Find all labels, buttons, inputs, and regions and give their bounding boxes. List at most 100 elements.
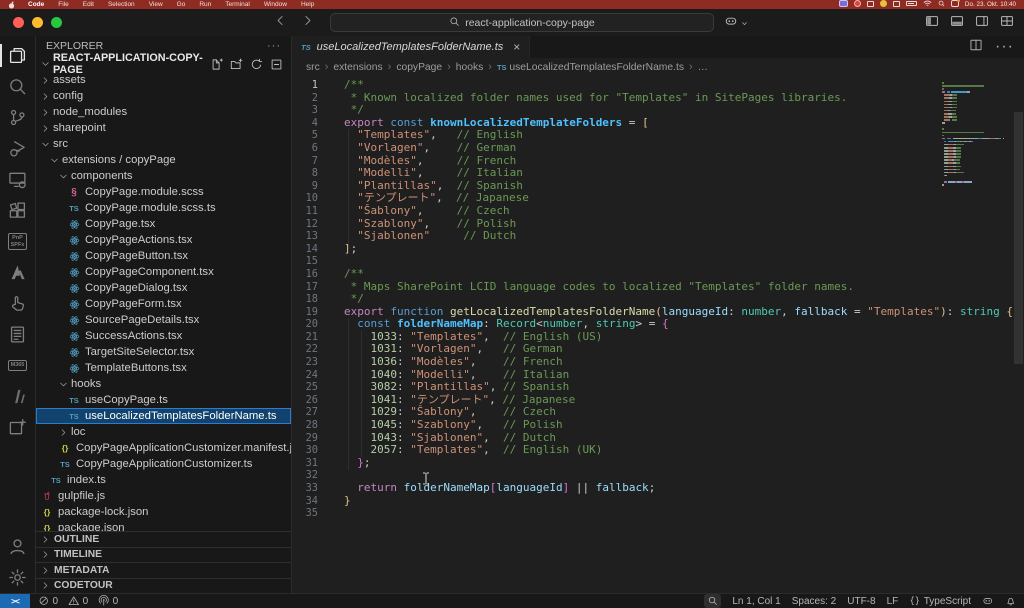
eol[interactable]: LF — [887, 596, 899, 607]
zoom-indicator[interactable] — [704, 594, 722, 608]
breadcrumb-item[interactable]: … — [698, 62, 708, 73]
menu-run[interactable]: Run — [192, 1, 218, 8]
customize-layout-icon[interactable] — [1000, 14, 1014, 33]
file-SuccessActions.tsx[interactable]: SuccessActions.tsx — [36, 328, 291, 344]
file-CopyPageApplicationCustomizer.manifest.json[interactable]: {}CopyPageApplicationCustomizer.manifest… — [36, 440, 291, 456]
section-codetour[interactable]: CODETOUR — [36, 578, 291, 594]
chevron-down-icon[interactable] — [740, 15, 749, 33]
copilot-icon[interactable] — [724, 14, 738, 33]
folder-loc[interactable]: loc — [36, 424, 291, 440]
folder-node-modules[interactable]: node_modules — [36, 104, 291, 120]
app-indicator-yellow[interactable] — [880, 0, 887, 9]
activitybar-new-window-tool[interactable] — [0, 412, 36, 443]
file-useCopyPage.ts[interactable]: TSuseCopyPage.ts — [36, 392, 291, 408]
file-useLocalizedTemplatesFolderName.ts[interactable]: TSuseLocalizedTemplatesFolderName.ts — [36, 408, 291, 424]
tab-useLocalizedTemplatesFolderName[interactable]: TS useLocalizedTemplatesFolderName.ts × — [292, 36, 530, 58]
activitybar-azure[interactable] — [0, 257, 36, 288]
wifi-icon[interactable] — [923, 0, 932, 9]
indentation[interactable]: Spaces: 2 — [792, 596, 836, 607]
file-gulpfile.js[interactable]: gulpfile.js — [36, 488, 291, 504]
warnings-indicator[interactable]: 0 — [68, 595, 88, 607]
new-folder-icon[interactable] — [230, 58, 243, 71]
file-CopyPageApplicationCustomizer.ts[interactable]: TSCopyPageApplicationCustomizer.ts — [36, 456, 291, 472]
app-indicator-gray[interactable] — [893, 1, 900, 9]
minimize-window-button[interactable] — [32, 17, 43, 28]
folder-hooks[interactable]: hooks — [36, 376, 291, 392]
folder-assets[interactable]: assets — [36, 72, 291, 88]
file-CopyPageDialog.tsx[interactable]: CopyPageDialog.tsx — [36, 280, 291, 296]
folder-components[interactable]: components — [36, 168, 291, 184]
activitybar-extensions[interactable] — [0, 195, 36, 226]
file-TargetSiteSelector.tsx[interactable]: TargetSiteSelector.tsx — [36, 344, 291, 360]
breadcrumb-item[interactable]: copyPage — [396, 62, 442, 73]
menu-terminal[interactable]: Terminal — [218, 1, 257, 8]
toggle-secondary-sidebar-icon[interactable] — [975, 14, 989, 33]
ports-indicator[interactable]: 0 — [98, 595, 118, 607]
folder-sharepoint[interactable]: sharepoint — [36, 120, 291, 136]
folder-src[interactable]: src — [36, 136, 291, 152]
split-editor-icon[interactable] — [969, 38, 983, 57]
zoom-window-button[interactable] — [51, 17, 62, 28]
user-menu-icon[interactable] — [951, 0, 959, 9]
close-tab-icon[interactable]: × — [513, 40, 520, 54]
code-line-2[interactable]: 2 * Known localized folder names used fo… — [292, 92, 1024, 105]
menu-code[interactable]: Code — [21, 1, 51, 8]
folder-extensions-copyPage[interactable]: extensions / copyPage — [36, 152, 291, 168]
more-actions-icon[interactable]: ··· — [995, 38, 1014, 56]
code-line-31[interactable]: 31 }; — [292, 457, 1024, 470]
file-index.ts[interactable]: TSindex.ts — [36, 472, 291, 488]
activitybar-m365[interactable]: M365 — [0, 350, 36, 381]
file-SourcePageDetails.tsx[interactable]: SourcePageDetails.tsx — [36, 312, 291, 328]
code-line-15[interactable]: 15 — [292, 255, 1024, 268]
activitybar-accounts[interactable] — [0, 531, 36, 562]
apple-menu-icon[interactable] — [8, 1, 15, 9]
code-line-30[interactable]: 30 2057: "Templates", // English (UK) — [292, 444, 1024, 457]
code-line-33[interactable]: 33 return folderNameMap[languageId] || f… — [292, 482, 1024, 495]
activitybar-pnp-spfx[interactable]: PnPSPFx — [0, 226, 36, 257]
menu-selection[interactable]: Selection — [101, 1, 142, 8]
breadcrumb-item[interactable]: extensions — [333, 62, 382, 73]
menu-edit[interactable]: Edit — [76, 1, 101, 8]
file-CopyPageButton.tsx[interactable]: CopyPageButton.tsx — [36, 248, 291, 264]
navigate-back-button[interactable] — [274, 14, 287, 32]
toggle-primary-sidebar-icon[interactable] — [925, 14, 939, 33]
copilot-status[interactable] — [982, 595, 994, 607]
breadcrumb-item[interactable]: src — [306, 62, 320, 73]
file-CopyPageComponent.tsx[interactable]: CopyPageComponent.tsx — [36, 264, 291, 280]
minimap[interactable] — [942, 82, 1008, 190]
activitybar-settings[interactable] — [0, 562, 36, 593]
editor-scrollbar[interactable] — [1014, 112, 1023, 364]
menubar-clock[interactable]: Do. 23. Okt. 10:40 — [965, 1, 1016, 8]
input-source-icon[interactable] — [867, 1, 874, 9]
code-line-35[interactable]: 35 — [292, 507, 1024, 520]
menu-window[interactable]: Window — [257, 1, 294, 8]
navigate-forward-button[interactable] — [301, 14, 314, 32]
language-mode[interactable]: TypeScript — [909, 595, 971, 607]
file-CopyPageForm.tsx[interactable]: CopyPageForm.tsx — [36, 296, 291, 312]
cursor-position[interactable]: Ln 1, Col 1 — [732, 596, 780, 607]
activitybar-document-preview[interactable] — [0, 319, 36, 350]
collapse-all-icon[interactable] — [270, 58, 283, 71]
code-line-17[interactable]: 17 * Maps SharePoint LCID language codes… — [292, 281, 1024, 294]
file-CopyPage.module.scss.ts[interactable]: TSCopyPage.module.scss.ts — [36, 200, 291, 216]
activitybar-remote-explorer[interactable] — [0, 164, 36, 195]
file-package-lock.json[interactable]: {}package-lock.json — [36, 504, 291, 520]
menu-file[interactable]: File — [51, 1, 75, 8]
breadcrumb-item[interactable]: hooks — [456, 62, 483, 73]
file-CopyPage.tsx[interactable]: CopyPage.tsx — [36, 216, 291, 232]
activitybar-search[interactable] — [0, 71, 36, 102]
section-metadata[interactable]: METADATA — [36, 562, 291, 578]
battery-icon[interactable] — [906, 1, 917, 8]
project-root-folder[interactable]: REACT-APPLICATION-COPY-PAGE — [36, 56, 291, 72]
refresh-icon[interactable] — [250, 58, 263, 71]
sidebar-more-actions[interactable]: ··· — [267, 40, 281, 52]
section-outline[interactable]: OUTLINE — [36, 531, 291, 547]
activitybar-plugin-dark[interactable] — [0, 381, 36, 412]
activitybar-pointer-tool[interactable] — [0, 288, 36, 319]
code-line-14[interactable]: 14]; — [292, 243, 1024, 256]
screen-share-indicator[interactable] — [839, 0, 848, 9]
menu-help[interactable]: Help — [294, 1, 321, 8]
activitybar-source-control[interactable] — [0, 102, 36, 133]
menu-view[interactable]: View — [142, 1, 170, 8]
toggle-panel-icon[interactable] — [950, 14, 964, 33]
